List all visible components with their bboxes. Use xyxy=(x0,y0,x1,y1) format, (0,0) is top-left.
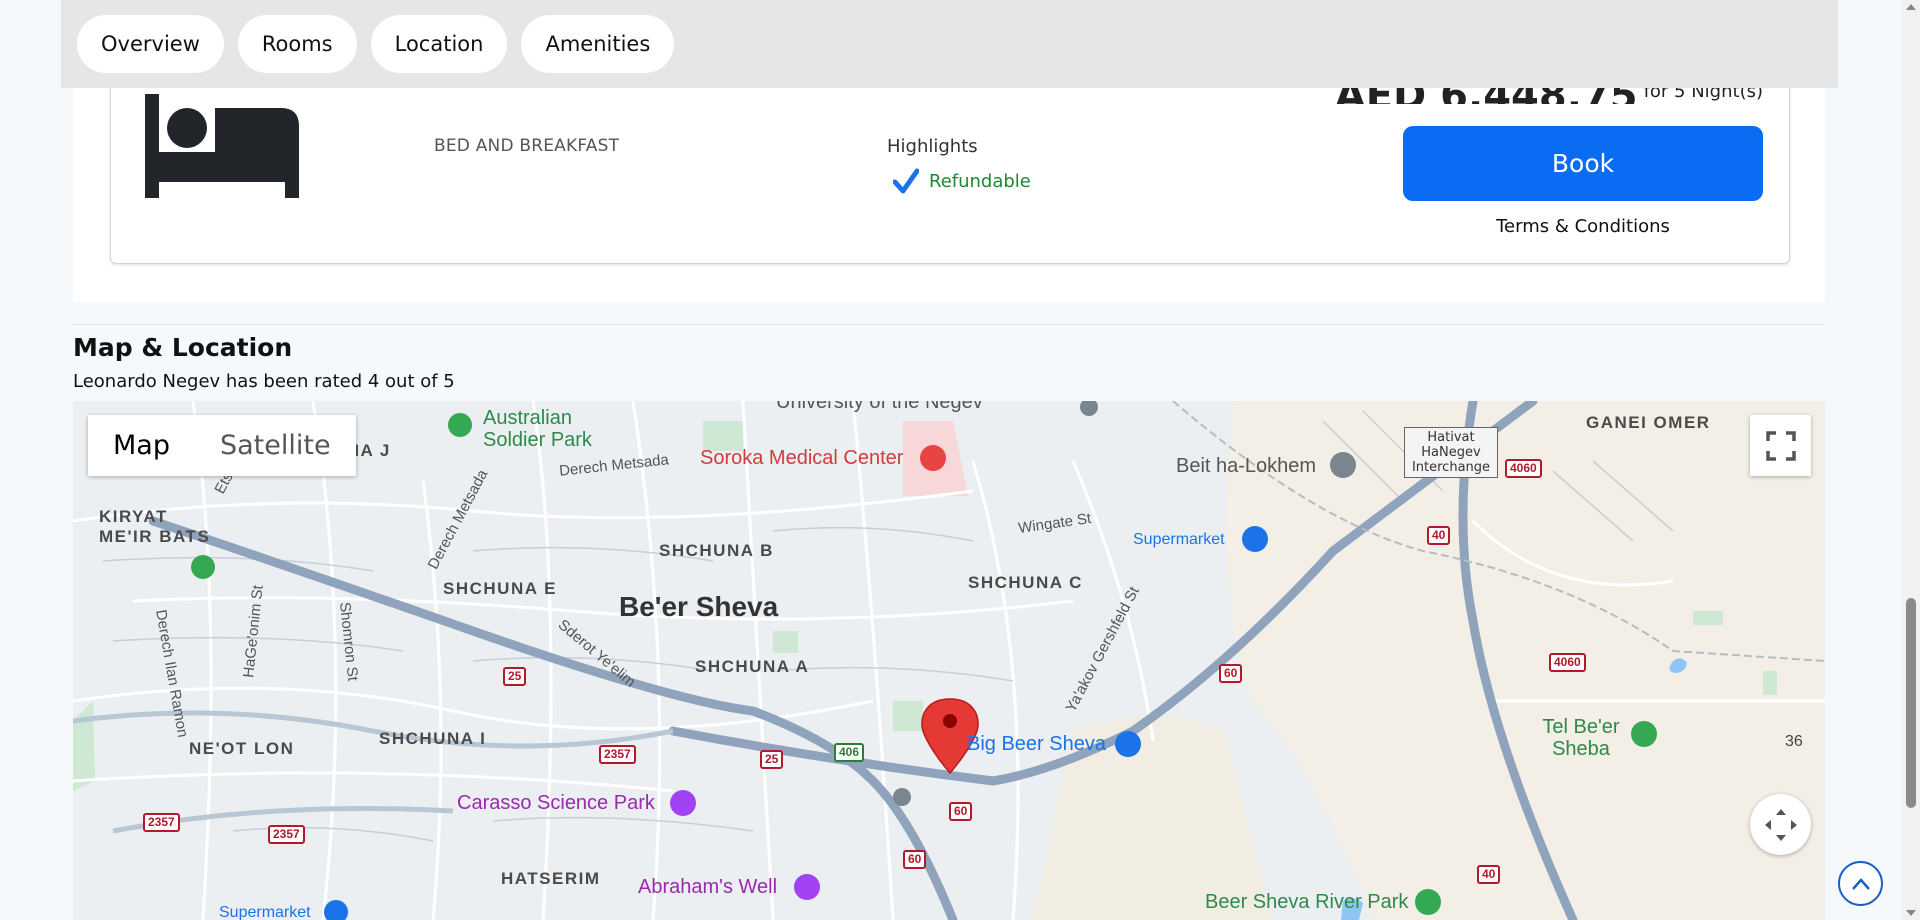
map-view-button[interactable]: Map xyxy=(88,415,195,476)
city-label: Be'er Sheva xyxy=(619,591,779,622)
refundable-highlight: Refundable xyxy=(893,168,1031,194)
page-scrollbar[interactable] xyxy=(1902,0,1920,920)
soroka-label: Soroka Medical Center xyxy=(700,447,904,469)
shchuna-c-label: SHCHUNA C xyxy=(968,573,1083,592)
move-icon xyxy=(1764,808,1797,841)
book-button[interactable]: Book xyxy=(1403,126,1763,201)
tab-location[interactable]: Location xyxy=(370,15,508,73)
route-shield-60: 60 xyxy=(903,850,927,869)
tab-rooms[interactable]: Rooms xyxy=(237,15,357,73)
bed-icon xyxy=(145,94,299,198)
university-label: University of the Negev xyxy=(776,401,983,413)
route-shield-406: 406 xyxy=(834,743,865,762)
ganei-omer-label: GANEI OMER xyxy=(1586,413,1711,432)
map-type-toggle: Map Satellite xyxy=(88,415,356,476)
carasso-label: Carasso Science Park xyxy=(457,792,655,814)
shchuna-a-label: SHCHUNA A xyxy=(695,657,810,676)
number-36-label: 36 xyxy=(1785,733,1803,750)
route-shield-60: 60 xyxy=(1219,664,1243,683)
big-beer-sheva-label: Big Beer Sheva xyxy=(967,733,1106,755)
interchange-label: Hativat HaNegev Interchange xyxy=(1404,427,1498,478)
tab-overview[interactable]: Overview xyxy=(77,15,224,73)
route-shield-60: 60 xyxy=(949,802,973,821)
section-tab-bar: Overview Rooms Location Amenities xyxy=(61,0,1838,88)
rating-text: Leonardo Negev has been rated 4 out of 5 xyxy=(73,371,455,392)
scroll-up-arrow[interactable] xyxy=(1906,4,1916,10)
australian-park-label: Australian Soldier Park xyxy=(483,407,592,451)
rooms-section: BED AND BREAKFAST Highlights Refundable … xyxy=(73,60,1825,302)
room-card: BED AND BREAKFAST Highlights Refundable … xyxy=(110,60,1790,264)
map-section-title: Map & Location xyxy=(73,333,293,362)
river-park-label: Beer Sheva River Park xyxy=(1205,891,1409,913)
board-type: BED AND BREAKFAST xyxy=(434,136,620,156)
refundable-label: Refundable xyxy=(929,170,1031,192)
highlights-title: Highlights xyxy=(887,136,978,157)
route-shield-25: 25 xyxy=(760,750,784,769)
route-shield-25: 25 xyxy=(503,667,527,686)
fullscreen-button[interactable] xyxy=(1750,415,1811,476)
section-divider xyxy=(73,324,1825,325)
route-shield-4060: 4060 xyxy=(1505,459,1542,478)
hatserim-label: HATSERIM xyxy=(501,869,601,888)
scroll-thumb[interactable] xyxy=(1906,598,1916,808)
location-map[interactable]: University of the Negev Australian Soldi… xyxy=(73,401,1825,920)
satellite-view-button[interactable]: Satellite xyxy=(195,415,356,476)
kiryat-label: KIRYAT ME'IR BATS xyxy=(99,507,211,546)
neot-lon-label: NE'OT LON xyxy=(189,739,295,758)
route-shield-2357: 2357 xyxy=(268,825,305,844)
chevron-up-icon xyxy=(1851,877,1870,890)
tel-beer-sheba-label: Tel Be'er Sheba xyxy=(1542,716,1620,760)
route-shield-40: 40 xyxy=(1427,526,1451,545)
back-to-top-button[interactable] xyxy=(1838,861,1883,906)
fullscreen-icon xyxy=(1765,430,1796,461)
camera-control-button[interactable] xyxy=(1750,794,1811,855)
supermarket-label-2: Supermarket xyxy=(219,904,311,920)
beit-halokhem-label: Beit ha-Lokhem xyxy=(1176,455,1317,477)
abrahams-well-label: Abraham's Well xyxy=(638,876,778,898)
route-shield-2357: 2357 xyxy=(143,813,180,832)
route-shield-40: 40 xyxy=(1477,865,1501,884)
check-icon xyxy=(893,168,919,194)
scroll-down-arrow[interactable] xyxy=(1906,910,1916,916)
shchuna-e-label: SHCHUNA E xyxy=(443,579,557,598)
terms-link[interactable]: Terms & Conditions xyxy=(1403,216,1763,237)
route-shield-2357: 2357 xyxy=(599,745,636,764)
shchuna-i-label: SHCHUNA I xyxy=(379,729,487,748)
shchuna-b-label: SHCHUNA B xyxy=(659,541,774,560)
route-shield-4060: 4060 xyxy=(1549,653,1586,672)
tab-amenities[interactable]: Amenities xyxy=(521,15,675,73)
supermarket-label-1: Supermarket xyxy=(1133,531,1225,548)
